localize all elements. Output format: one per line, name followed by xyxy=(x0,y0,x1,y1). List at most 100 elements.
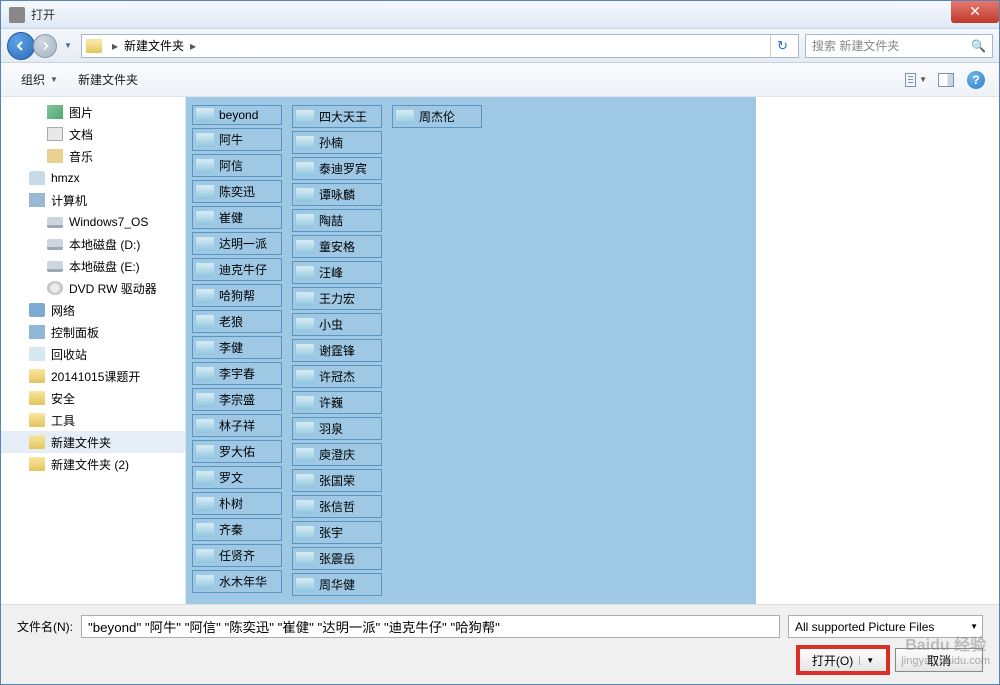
folder-item[interactable]: 张国荣 xyxy=(292,469,382,492)
tree-item[interactable]: DVD RW 驱动器 xyxy=(1,277,185,299)
folder-item[interactable]: 李健 xyxy=(192,336,282,359)
back-button[interactable] xyxy=(7,32,35,60)
folder-item[interactable]: 老狼 xyxy=(192,310,282,333)
tree-item[interactable]: 计算机 xyxy=(1,189,185,211)
cancel-button[interactable]: 取消 xyxy=(895,648,983,672)
folder-icon xyxy=(196,497,214,511)
tree-item[interactable]: 音乐 xyxy=(1,145,185,167)
folder-item[interactable]: 张信哲 xyxy=(292,495,382,518)
new-folder-button[interactable]: 新建文件夹 xyxy=(70,67,146,92)
folder-item[interactable]: 齐秦 xyxy=(192,518,282,541)
folder-icon xyxy=(296,110,314,124)
preview-toggle-button[interactable] xyxy=(935,69,957,91)
folder-item[interactable]: 罗大佑 xyxy=(192,440,282,463)
main-area: 图片文档音乐hmzx 计算机 Windows7_OS本地磁盘 (D:)本地磁盘 (E… xyxy=(1,97,999,604)
folder-label: 四大天王 xyxy=(319,108,367,125)
folder-icon xyxy=(296,136,314,150)
folder-item[interactable]: 许冠杰 xyxy=(292,365,382,388)
view-mode-button[interactable]: ▼ xyxy=(905,69,927,91)
tree-item[interactable]: 图片 xyxy=(1,101,185,123)
search-box[interactable]: 搜索 新建文件夹 🔍 xyxy=(805,34,993,58)
tree-item[interactable]: Windows7_OS xyxy=(1,211,185,233)
tree-item-label: 计算机 xyxy=(51,192,87,209)
folder-item[interactable]: 张宇 xyxy=(292,521,382,544)
history-dropdown[interactable]: ▼ xyxy=(61,36,75,56)
help-button[interactable]: ? xyxy=(965,69,987,91)
folder-item[interactable]: 水木年华 xyxy=(192,570,282,593)
folder-item[interactable]: 哈狗帮 xyxy=(192,284,282,307)
search-placeholder: 搜索 新建文件夹 xyxy=(812,37,899,54)
tree-item[interactable]: 本地磁盘 (E:) xyxy=(1,255,185,277)
recycle-icon xyxy=(29,347,45,361)
tree-item-label: DVD RW 驱动器 xyxy=(69,280,157,297)
tree-item[interactable]: 工具 xyxy=(1,409,185,431)
pic-icon xyxy=(47,105,63,119)
folder-label: 童安格 xyxy=(319,238,355,255)
close-button[interactable]: ✕ xyxy=(951,1,999,23)
folder-label: 许巍 xyxy=(319,394,343,411)
folder-icon xyxy=(296,292,314,306)
folder-item[interactable]: 朴树 xyxy=(192,492,282,515)
folder-item[interactable]: 周华健 xyxy=(292,573,382,596)
folder-item[interactable]: 崔健 xyxy=(192,206,282,229)
breadcrumb-path[interactable]: 新建文件夹 xyxy=(124,37,184,54)
folder-item[interactable]: 庾澄庆 xyxy=(292,443,382,466)
folder-item[interactable]: 迪克牛仔 xyxy=(192,258,282,281)
folder-item[interactable]: 林子祥 xyxy=(192,414,282,437)
filename-input[interactable] xyxy=(81,615,780,638)
filetype-filter[interactable]: All supported Picture Files ▼ xyxy=(788,615,983,638)
folder-icon xyxy=(296,240,314,254)
cp-icon xyxy=(29,325,45,339)
tree-item[interactable]: 20141015课题开 xyxy=(1,365,185,387)
tree-item[interactable]: hmzx xyxy=(1,167,185,189)
folder-item[interactable]: 羽泉 xyxy=(292,417,382,440)
folder-item[interactable]: 张震岳 xyxy=(292,547,382,570)
folder-item[interactable]: 李宗盛 xyxy=(192,388,282,411)
sidebar-tree[interactable]: 图片文档音乐hmzx 计算机 Windows7_OS本地磁盘 (D:)本地磁盘 (E… xyxy=(1,97,186,604)
navigation-bar: ▼ ▸ 新建文件夹 ▸ ↻ 搜索 新建文件夹 🔍 xyxy=(1,29,999,63)
organize-button[interactable]: 组织 ▼ xyxy=(13,67,66,92)
forward-button[interactable] xyxy=(33,34,57,58)
refresh-button[interactable]: ↻ xyxy=(770,35,794,57)
folder-item[interactable]: 谭咏麟 xyxy=(292,183,382,206)
folder-icon xyxy=(296,370,314,384)
folder-item[interactable]: 汪峰 xyxy=(292,261,382,284)
tree-item[interactable]: 新建文件夹 xyxy=(1,431,185,453)
help-icon: ? xyxy=(967,71,985,89)
folder-item[interactable]: 阿牛 xyxy=(192,128,282,151)
tree-item[interactable]: 文档 xyxy=(1,123,185,145)
file-list[interactable]: beyond 阿牛阿信陈奕迅崔健达明一派迪克牛仔哈狗帮老狼李健李宇春李宗盛林子祥罗… xyxy=(186,97,756,604)
folder-item[interactable]: 陶喆 xyxy=(292,209,382,232)
open-button[interactable]: 打开(O) ▼ xyxy=(799,648,887,672)
folder-item[interactable]: 童安格 xyxy=(292,235,382,258)
folder-item[interactable]: 孙楠 xyxy=(292,131,382,154)
folder-item[interactable]: 谢霆锋 xyxy=(292,339,382,362)
folder-label: 泰迪罗宾 xyxy=(319,160,367,177)
tree-item[interactable]: 网络 xyxy=(1,299,185,321)
tree-item[interactable]: 安全 xyxy=(1,387,185,409)
tree-item[interactable]: 新建文件夹 (2) xyxy=(1,453,185,475)
folder-label: 哈狗帮 xyxy=(219,287,255,304)
address-bar[interactable]: ▸ 新建文件夹 ▸ ↻ xyxy=(81,34,799,58)
tree-item[interactable]: 本地磁盘 (D:) xyxy=(1,233,185,255)
folder-item[interactable]: 周杰伦 xyxy=(392,105,482,128)
folder-item[interactable]: 达明一派 xyxy=(192,232,282,255)
folder-item[interactable]: beyond xyxy=(192,105,282,125)
tree-item[interactable]: 控制面板 xyxy=(1,321,185,343)
folder-item[interactable]: 王力宏 xyxy=(292,287,382,310)
breadcrumb-sep: ▸ xyxy=(190,39,196,53)
folder-icon xyxy=(29,391,45,405)
folder-item[interactable]: 小虫 xyxy=(292,313,382,336)
folder-item[interactable]: 罗文 xyxy=(192,466,282,489)
folder-item[interactable]: 许巍 xyxy=(292,391,382,414)
folder-item[interactable]: 四大天王 xyxy=(292,105,382,128)
folder-item[interactable]: 泰迪罗宾 xyxy=(292,157,382,180)
folder-label: 阿信 xyxy=(219,157,243,174)
folder-label: 张国荣 xyxy=(319,472,355,489)
folder-item[interactable]: 李宇春 xyxy=(192,362,282,385)
folder-item[interactable]: 陈奕迅 xyxy=(192,180,282,203)
folder-label: 李健 xyxy=(219,339,243,356)
folder-item[interactable]: 阿信 xyxy=(192,154,282,177)
tree-item[interactable]: 回收站 xyxy=(1,343,185,365)
folder-item[interactable]: 任贤齐 xyxy=(192,544,282,567)
